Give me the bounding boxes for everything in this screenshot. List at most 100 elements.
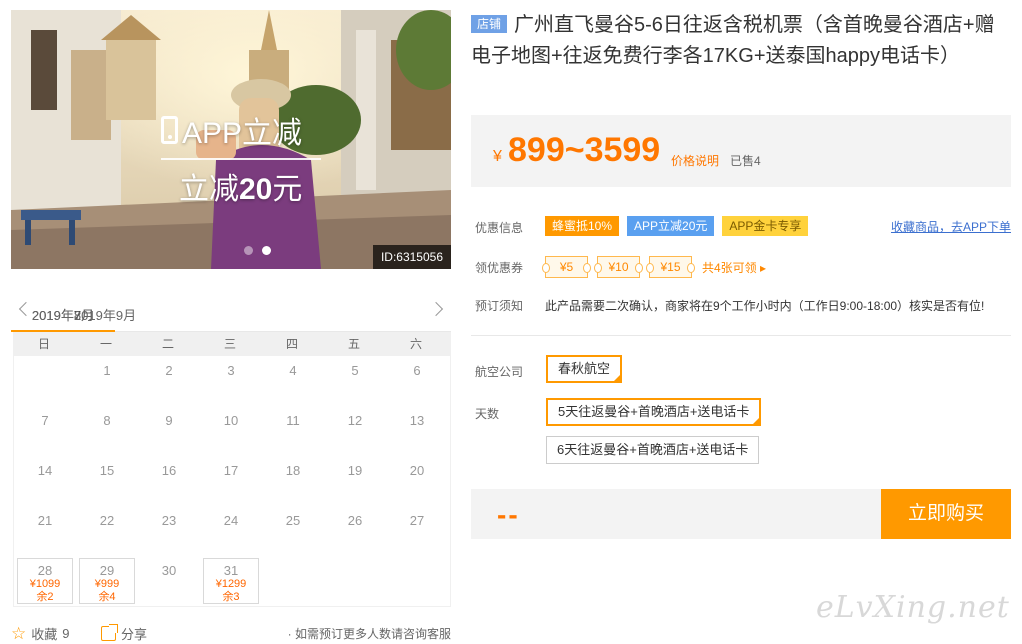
calendar-day: 13	[386, 406, 448, 456]
calendar-day: 2	[138, 356, 200, 406]
day-number: 21	[37, 513, 53, 528]
day-number: 11	[286, 413, 300, 428]
calendar-blank-cell	[14, 356, 76, 406]
product-hero-image[interactable]: APP立减 立减20元 ID:6315056	[11, 10, 451, 269]
promo-line2-suffix: 元	[272, 173, 303, 206]
tab-month-sep[interactable]: 2019年9月	[53, 305, 157, 332]
day-number: 28	[37, 563, 53, 578]
weekday-label: 六	[409, 337, 422, 351]
carousel-dot-active[interactable]	[262, 246, 271, 255]
duration-option-6day[interactable]: 6天往返曼谷+首晚酒店+送电话卡	[546, 436, 760, 464]
calendar-day: 17	[200, 456, 262, 506]
day-number: 1	[103, 363, 111, 378]
badge-honey-discount[interactable]: 蜂蜜抵10%	[545, 216, 620, 236]
day-number: 17	[223, 463, 239, 478]
day-number: 20	[409, 463, 425, 478]
favorite-button[interactable]: ☆ 收藏 9	[11, 624, 70, 643]
day-number: 4	[289, 363, 297, 378]
day-remaining: 余3	[222, 591, 240, 603]
weekday-label: 一	[99, 337, 112, 351]
day-price: ¥1299	[215, 578, 247, 590]
day-number: 24	[223, 513, 239, 528]
day-number: 14	[37, 463, 53, 478]
weekday-label: 三	[223, 337, 236, 351]
next-month-arrow-icon[interactable]	[431, 302, 445, 316]
star-icon: ☆	[11, 623, 27, 643]
buy-bar: -- 立即购买	[471, 489, 1011, 539]
calendar-day-available[interactable]: 31 ¥1299 余3	[203, 558, 259, 604]
airline-option-selected[interactable]: 春秋航空	[546, 355, 623, 383]
day-number: 3	[227, 363, 235, 378]
consult-text: 如需预订更多人数请咨询客服	[294, 627, 451, 641]
calendar-day: 4	[262, 356, 324, 406]
day-number: 27	[409, 513, 425, 528]
calendar-day: 1	[76, 356, 138, 406]
day-remaining: 余4	[98, 591, 116, 603]
booking-calendar: 2019年7月 2019年8月 2019年9月 日 一 二 三 四 五 六 12…	[11, 296, 451, 607]
day-number: 2	[165, 363, 173, 378]
favorite-label: 收藏	[31, 627, 58, 642]
day-number: 19	[347, 463, 363, 478]
watermark: eLvXing.net	[816, 590, 1010, 625]
duration-option-5day[interactable]: 5天往返曼谷+首晚酒店+送电话卡	[546, 398, 762, 426]
carousel-dot[interactable]	[244, 246, 253, 255]
calendar-day: 6	[386, 356, 448, 406]
coupon-10[interactable]: ¥10	[594, 256, 643, 278]
coupon-list: ¥5 ¥10 ¥15 共4张可领 ▸	[542, 256, 766, 278]
coupon-more-link[interactable]: 共4张可领 ▸	[702, 259, 766, 276]
shop-tag[interactable]: 店铺	[471, 15, 508, 33]
calendar-day: 18	[262, 456, 324, 506]
weekday-label: 五	[347, 337, 360, 351]
calendar-day: 9	[138, 406, 200, 456]
calendar-day-available[interactable]: 28 ¥1099 余2	[17, 558, 73, 604]
day-number: 13	[409, 413, 425, 428]
price-note-link[interactable]: 价格说明	[671, 152, 719, 169]
calendar-day: 16	[138, 456, 200, 506]
calendar-day: 25	[262, 506, 324, 556]
price-range: 899~3599	[508, 131, 661, 169]
share-button[interactable]: 分享	[101, 624, 147, 643]
phone-icon	[161, 116, 178, 144]
promo-line2-prefix: 立减	[179, 173, 239, 206]
hero-promo-text: APP立减 立减20元	[161, 108, 321, 208]
calendar-day: 27	[386, 506, 448, 556]
calendar-day: 26	[324, 506, 386, 556]
day-number: 10	[223, 413, 239, 428]
day-number: 5	[351, 363, 359, 378]
day-number: 18	[285, 463, 301, 478]
calendar-day: 11	[262, 406, 324, 456]
promo-line1: APP立减	[182, 117, 303, 150]
price-box: ¥ 899~3599 价格说明 已售4	[471, 115, 1011, 187]
coupon-label: 领优惠券	[475, 261, 524, 275]
calendar-day-available[interactable]: 29 ¥999 余4	[79, 558, 135, 604]
calendar-day: 12	[324, 406, 386, 456]
calendar-day: 15	[76, 456, 138, 506]
calendar-day: 24	[200, 506, 262, 556]
divider	[471, 335, 1011, 336]
calendar-month-tabs: 2019年7月 2019年8月 2019年9月	[11, 296, 451, 332]
day-number: 16	[161, 463, 177, 478]
coupon-5[interactable]: ¥5	[542, 256, 591, 278]
share-icon	[101, 624, 118, 641]
calendar-day: 8	[76, 406, 138, 456]
consult-service-link[interactable]: · 如需预订更多人数请咨询客服	[288, 625, 451, 642]
day-number: 23	[161, 513, 177, 528]
product-title-text: 广州直飞曼谷5-6日往返含税机票（含首晚曼谷酒店+赠电子地图+往返免费行李各17…	[471, 14, 995, 67]
badge-app-gold[interactable]: APP金卡专享	[722, 216, 809, 236]
buy-now-button[interactable]: 立即购买	[881, 489, 1011, 539]
day-price: ¥999	[94, 578, 120, 590]
day-number: 30	[161, 563, 177, 578]
weekday-label: 二	[161, 337, 174, 351]
favorite-go-app-link[interactable]: 收藏商品，去APP下单	[891, 218, 1011, 235]
day-number: 26	[347, 513, 363, 528]
product-title: 店铺 广州直飞曼谷5-6日往返含税机票（含首晚曼谷酒店+赠电子地图+往返免费行李各…	[471, 10, 1011, 72]
notice-label: 预订须知	[475, 299, 524, 313]
badge-app-discount[interactable]: APP立减20元	[627, 216, 715, 236]
coupon-15[interactable]: ¥15	[646, 256, 695, 278]
duration-label: 天数	[475, 407, 500, 421]
weekday-label: 日	[37, 337, 50, 351]
calendar-day: 7	[14, 406, 76, 456]
calendar-day: 19	[324, 456, 386, 506]
day-number: 31	[223, 563, 239, 578]
calendar-day: 30	[138, 556, 200, 606]
